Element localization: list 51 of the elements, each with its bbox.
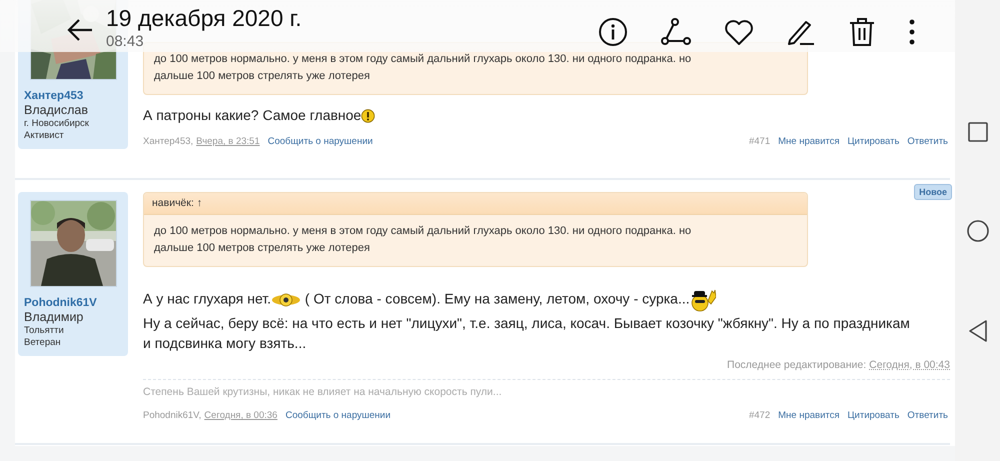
author-name[interactable]: Хантер453	[24, 90, 122, 102]
post-action-link[interactable]: Ответить	[907, 410, 948, 421]
info-icon[interactable]	[598, 17, 628, 47]
user-rank: Активист	[24, 130, 65, 141]
exclamation-emoticon-icon	[361, 109, 376, 124]
post-text: и подсвинка могу взять...	[143, 335, 306, 351]
photo-time: 08:43	[106, 33, 145, 50]
post-date[interactable]: Сегодня, в 00:36	[204, 410, 278, 421]
post-text: А патроны какие? Самое главное	[143, 107, 362, 123]
new-badge: Новое	[914, 184, 952, 200]
edit-date: Сегодня, в 00:43	[869, 359, 950, 371]
quote-header: навичёк: ↑	[144, 193, 807, 215]
author-name[interactable]: Pohodnik61V	[24, 297, 122, 309]
edit-icon[interactable]	[787, 18, 815, 46]
more-options-icon[interactable]	[909, 19, 915, 45]
back-triangle-icon[interactable]	[968, 320, 988, 342]
post-action-link[interactable]: Мне нравится	[778, 410, 840, 421]
photo-date-title: 19 декабря 2020 г.	[106, 5, 302, 32]
post-action-link[interactable]: Цитировать	[848, 136, 900, 147]
eyes-emoticon-icon	[271, 292, 302, 308]
edit-label: Последнее редактирование:	[727, 359, 866, 371]
home-icon[interactable]	[966, 220, 988, 242]
footer-author: Хантер453,	[143, 136, 194, 147]
user-city: г. Новосибирск	[24, 118, 90, 129]
user-city: Тольятти	[24, 325, 65, 336]
quote-text: дальше 100 метров стрелять уже лотерея	[154, 69, 371, 84]
report-link[interactable]: Сообщить о нарушении	[285, 410, 391, 421]
user-rank: Ветеран	[24, 337, 62, 348]
quote-text: до 100 метров нормально. у меня в этом году самый дальний глухарь около 130. ни одного подранка. но	[154, 224, 692, 239]
post-text: Ну а сейчас, беру всё: на что есть и нет "лицухи", т.е. заяц, лиса, косач. Бывает козочку "жбякну". Ну а по праздникам	[143, 315, 910, 331]
post-text: А у нас глухаря нет.	[143, 290, 272, 307]
post-action-link[interactable]: Мне нравится	[778, 136, 840, 147]
post-number[interactable]: #472	[748, 410, 770, 421]
post-number[interactable]: #471	[748, 136, 770, 147]
signature-text: Степень Вашей крутизны, никак не влияет на начальную скорость пули...	[143, 379, 950, 398]
post-action-link[interactable]: Ответить	[907, 136, 948, 147]
post-action-link[interactable]: Цитировать	[848, 410, 900, 421]
quote-text: до 100 метров нормально. у меня в этом году самый дальний глухарь около 130. ни одного подранка. но	[154, 52, 692, 67]
user-real-name: Владислав	[24, 103, 89, 117]
footer-author: Pohodnik61V,	[143, 410, 202, 421]
delete-icon[interactable]	[848, 17, 876, 47]
quote-text: дальше 100 метров стрелять уже лотерея	[154, 241, 371, 256]
back-arrow-icon[interactable]	[66, 18, 94, 42]
share-icon[interactable]	[661, 18, 691, 46]
post-date[interactable]: Вчера, в 23:51	[196, 136, 260, 147]
heart-icon[interactable]	[724, 18, 754, 46]
post-text: ( От слова - совсем). Ему на замену, летом, охочу - сурка...	[304, 290, 690, 307]
hat-emoticon-icon	[690, 287, 716, 313]
recent-apps-icon[interactable]	[968, 122, 988, 142]
report-link[interactable]: Сообщить о нарушении	[268, 136, 373, 147]
user-real-name: Владимир	[24, 310, 84, 324]
